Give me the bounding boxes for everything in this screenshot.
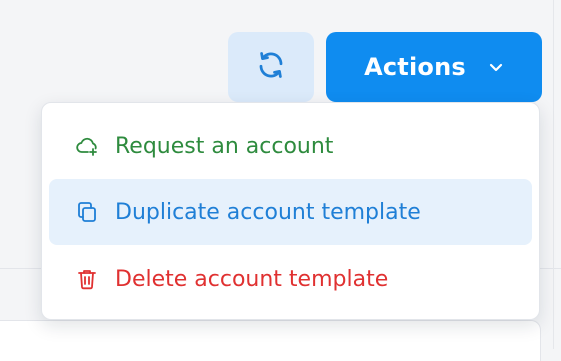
menu-item-request-account[interactable]: Request an account: [49, 113, 532, 179]
actions-dropdown-menu: Request an account Duplicate account tem…: [41, 102, 540, 320]
refresh-icon: [256, 50, 286, 84]
menu-item-label: Delete account template: [115, 266, 389, 292]
trash-icon: [75, 267, 99, 291]
background-panel-edge: [553, 0, 554, 349]
background-card: [0, 320, 541, 361]
actions-button-label: Actions: [364, 53, 466, 81]
menu-item-label: Request an account: [115, 133, 334, 159]
refresh-button[interactable]: [228, 32, 314, 102]
actions-button[interactable]: Actions: [326, 32, 542, 102]
menu-item-delete-template[interactable]: Delete account template: [49, 246, 532, 312]
menu-item-label: Duplicate account template: [115, 199, 421, 225]
cloud-plus-icon: [75, 134, 99, 158]
chevron-down-icon: [488, 59, 504, 75]
copy-icon: [75, 200, 99, 224]
menu-item-duplicate-template[interactable]: Duplicate account template: [49, 179, 532, 245]
